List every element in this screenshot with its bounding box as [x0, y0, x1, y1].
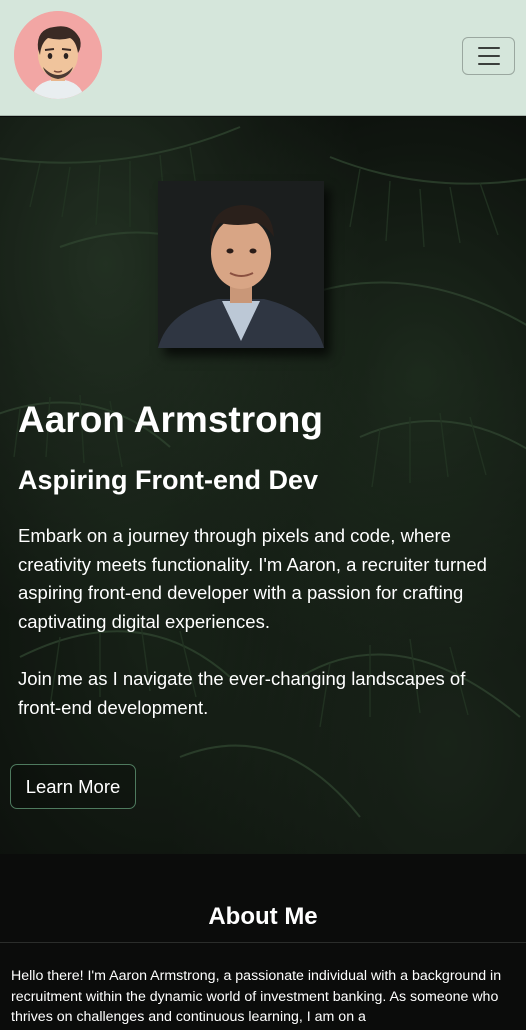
divider — [0, 942, 526, 943]
hero-section: Aaron Armstrong Aspiring Front-end Dev E… — [0, 117, 526, 854]
hero-role: Aspiring Front-end Dev — [18, 465, 319, 495]
menu-line — [477, 47, 500, 49]
learn-more-button[interactable]: Learn More — [10, 764, 136, 809]
menu-line — [477, 63, 500, 65]
menu-line — [477, 55, 500, 57]
avatar-logo-icon[interactable] — [14, 11, 102, 99]
about-text: Hello there! I'm Aaron Armstrong, a pass… — [11, 968, 502, 1025]
hero-intro-text: Embark on a journey through pixels and c… — [18, 525, 487, 632]
about-title: About Me — [208, 903, 318, 930]
navbar — [0, 0, 526, 116]
portrait-photo — [158, 181, 324, 348]
hero-join-text: Join me as I navigate the ever-changing … — [18, 668, 466, 718]
hamburger-menu-icon[interactable] — [462, 37, 515, 75]
hero-name: Aaron Armstrong — [18, 399, 323, 440]
